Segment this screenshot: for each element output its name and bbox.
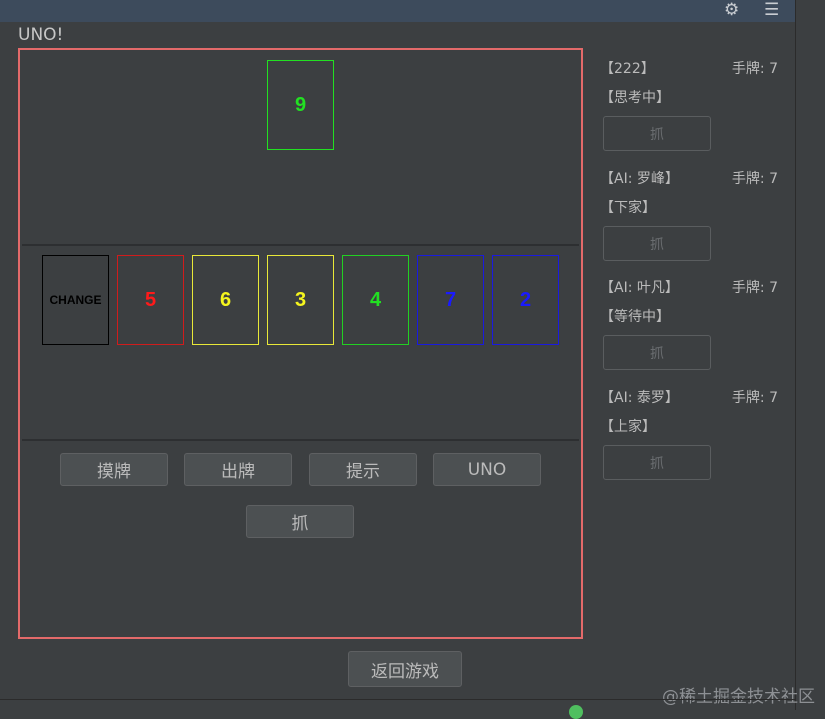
player-name: 【222】	[600, 61, 655, 77]
hand-card[interactable]: 2	[492, 255, 559, 345]
grab-button[interactable]: 抓	[246, 505, 354, 538]
hand-card[interactable]: 4	[342, 255, 409, 345]
gear-icon[interactable]: ⚙	[724, 0, 739, 20]
player-grab-button[interactable]: 抓	[603, 335, 711, 370]
watermark: @稀土掘金技术社区	[662, 687, 815, 707]
title-bar: ⚙ ☰	[0, 0, 795, 22]
hint-button[interactable]: 提示	[309, 453, 417, 486]
player-grab-button[interactable]: 抓	[603, 116, 711, 151]
hand-card[interactable]: 7	[417, 255, 484, 345]
player-name: 【AI: 泰罗】	[600, 390, 679, 406]
player-status: 【上家】	[600, 419, 656, 435]
player-name: 【AI: 叶凡】	[600, 280, 679, 296]
hand-card[interactable]: 3	[267, 255, 334, 345]
board-divider-bottom	[22, 439, 579, 441]
hand-card-change[interactable]: CHANGE	[42, 255, 109, 345]
right-tool-strip	[795, 0, 825, 710]
app-title: UNO!	[18, 25, 64, 45]
status-bar-border	[0, 699, 795, 700]
return-to-game-button[interactable]: 返回游戏	[348, 651, 462, 687]
player-card-count: 手牌: 7	[731, 280, 778, 296]
player-card-count: 手牌: 7	[731, 171, 778, 187]
player-status: 【等待中】	[600, 309, 670, 325]
board-divider-top	[22, 244, 579, 246]
hand-card[interactable]: 5	[117, 255, 184, 345]
uno-button[interactable]: UNO	[433, 453, 541, 486]
play-card-button[interactable]: 出牌	[184, 453, 292, 486]
hand-card[interactable]: 6	[192, 255, 259, 345]
player-status: 【思考中】	[600, 90, 670, 106]
minimize-icon[interactable]: ☰	[764, 0, 779, 20]
status-indicator-icon	[569, 705, 583, 719]
player-card-count: 手牌: 7	[731, 61, 778, 77]
player-card-count: 手牌: 7	[731, 390, 778, 406]
game-board: 9 CHANGE 5 6 3 4 7 2 摸牌 出牌 提示 UNO 抓	[18, 48, 583, 639]
player-name: 【AI: 罗峰】	[600, 171, 679, 187]
draw-card-button[interactable]: 摸牌	[60, 453, 168, 486]
player-status: 【下家】	[600, 200, 656, 216]
discard-pile-card: 9	[267, 60, 334, 150]
player-grab-button[interactable]: 抓	[603, 445, 711, 480]
player-grab-button[interactable]: 抓	[603, 226, 711, 261]
